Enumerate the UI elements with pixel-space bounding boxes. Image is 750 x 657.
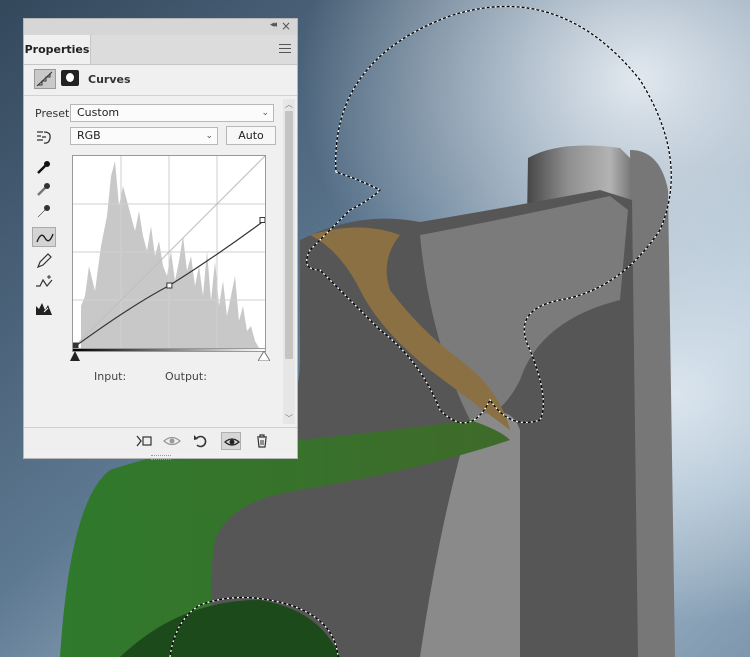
close-panel-button[interactable]: ×: [281, 19, 291, 33]
scroll-down-icon[interactable]: ﹀: [285, 413, 293, 424]
curve-points-icon: [36, 233, 54, 243]
clipping-warning-icon: [36, 303, 52, 315]
clip-to-layer-button[interactable]: [133, 432, 153, 450]
on-image-adjust-tool[interactable]: [32, 127, 56, 147]
pencil-tool[interactable]: [32, 251, 56, 271]
delete-adjustment-button[interactable]: [252, 432, 272, 450]
black-point-slider[interactable]: [70, 351, 80, 361]
collapse-panel-button[interactable]: ◂◂: [270, 20, 277, 30]
adjustment-header: Curves: [24, 65, 297, 96]
panel-title-bar[interactable]: ◂◂ ×: [24, 19, 297, 35]
curves-plot: [72, 155, 266, 349]
output-label: Output:: [165, 370, 207, 383]
panel-menu-icon[interactable]: [279, 44, 291, 53]
channel-value: RGB: [77, 129, 101, 142]
adjustment-title: Curves: [88, 73, 131, 86]
panel-tab-row: Properties: [24, 35, 297, 65]
visibility-eye-icon: [224, 438, 240, 446]
on-image-adjust-icon: [37, 131, 51, 144]
white-point-slider[interactable]: [258, 351, 270, 361]
scrollbar-thumb[interactable]: [285, 111, 293, 359]
curves-graph[interactable]: [72, 155, 266, 349]
black-point-eyedropper[interactable]: [32, 157, 56, 177]
curve-control-point[interactable]: [259, 217, 266, 223]
panel-bottom-toolbar: [24, 427, 297, 454]
curve-control-point[interactable]: [166, 282, 173, 289]
tab-properties[interactable]: Properties: [24, 35, 91, 64]
preset-value: Custom: [77, 106, 120, 119]
preset-label: Preset:: [35, 107, 74, 120]
visibility-toggle-button[interactable]: [221, 432, 241, 450]
layer-mask-icon[interactable]: [61, 70, 79, 86]
reset-button[interactable]: [190, 432, 210, 450]
gray-point-eyedropper[interactable]: [32, 179, 56, 199]
properties-panel: ◂◂ × Properties Curves Preset: Custom ⌄ …: [23, 18, 298, 460]
output-gradient-bar: [72, 348, 266, 352]
white-point-eyedropper[interactable]: [32, 201, 56, 221]
curves-adjustment-icon[interactable]: [34, 69, 56, 89]
sample-white-point-eyedropper-icon: [37, 205, 50, 218]
smooth-curve-tool[interactable]: [32, 273, 56, 293]
panel-resize-grip[interactable]: [151, 455, 171, 460]
panel-scrollbar[interactable]: ︿ ﹀: [283, 99, 295, 424]
curve-points-tool[interactable]: [32, 227, 56, 247]
reset-icon: [194, 435, 207, 448]
pencil-icon: [36, 253, 52, 269]
scroll-up-icon[interactable]: ︿: [285, 99, 293, 110]
view-previous-state-icon: [163, 436, 181, 446]
clip-to-layer-icon: [136, 435, 152, 447]
chevron-down-icon: ⌄: [205, 131, 213, 141]
clipping-warning-tool[interactable]: [32, 299, 56, 319]
preset-dropdown[interactable]: Custom ⌄: [70, 104, 274, 122]
sample-gray-point-eyedropper-icon: [37, 183, 50, 196]
chevron-down-icon: ⌄: [261, 108, 269, 118]
input-label: Input:: [94, 370, 127, 383]
auto-button[interactable]: Auto: [226, 126, 276, 145]
view-previous-state-button[interactable]: [161, 432, 181, 450]
channel-dropdown[interactable]: RGB ⌄: [70, 127, 218, 145]
trash-icon: [257, 434, 267, 448]
smooth-curve-icon: [36, 275, 53, 288]
sample-black-point-eyedropper-icon: [37, 161, 50, 174]
